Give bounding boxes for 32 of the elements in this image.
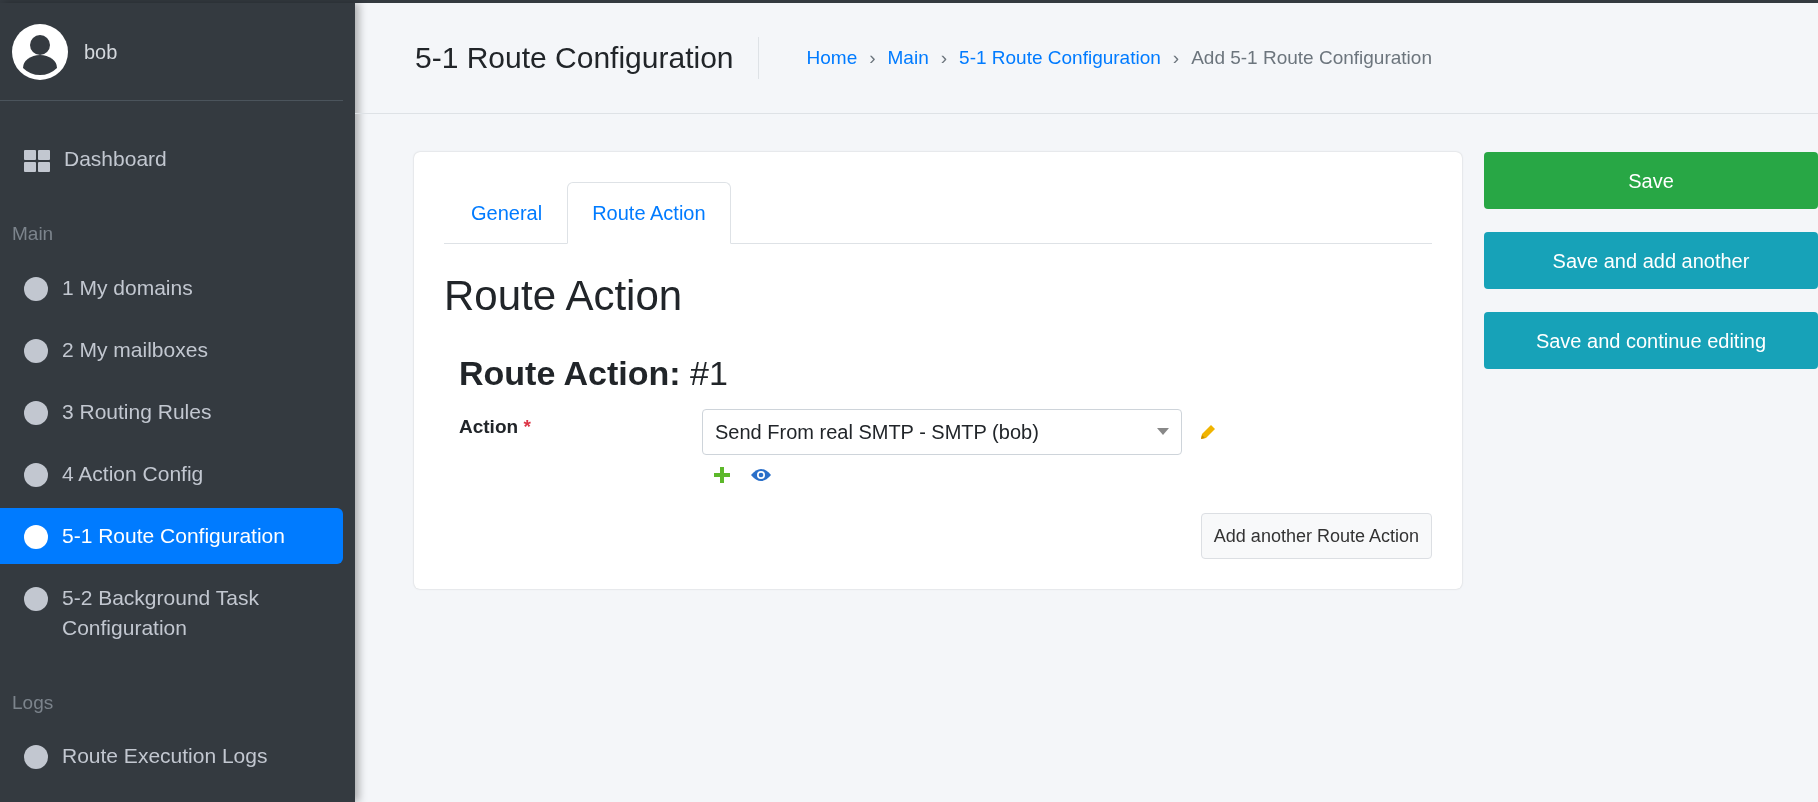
breadcrumb-current: Add 5-1 Route Configuration [1191, 45, 1432, 70]
action-select[interactable]: Send From real SMTP - SMTP (bob) [702, 409, 1182, 455]
sidebar-item[interactable]: 5-1 Route Configuration [0, 507, 343, 564]
circle-icon [24, 745, 48, 769]
circle-icon [24, 400, 48, 425]
add-another-button[interactable]: Add another Route Action [1200, 513, 1432, 559]
sidebar-section-label: Logs [11, 690, 55, 715]
circle-icon [24, 524, 48, 549]
tab[interactable]: General [446, 182, 568, 244]
field-label: Action * [459, 415, 532, 439]
circle-icon [24, 586, 48, 611]
plus-icon[interactable] [714, 467, 730, 483]
grid-icon [24, 150, 50, 172]
circle-icon [24, 338, 48, 363]
breadcrumb-link[interactable]: Home [806, 43, 858, 73]
tab[interactable]: Route Action [567, 182, 731, 244]
circle-icon [24, 276, 48, 301]
eye-icon[interactable] [750, 468, 772, 482]
breadcrumb-separator: › [1171, 45, 1181, 70]
user-avatar-icon [12, 23, 68, 80]
caret-icon [1157, 428, 1169, 436]
inline-title: Route Action: #1 [459, 353, 729, 394]
circle-icon [24, 462, 48, 487]
user-name[interactable]: bob [84, 36, 118, 67]
breadcrumb-link[interactable]: 5-1 Route Configuration [959, 43, 1161, 73]
sidebar-section-label: Main [11, 222, 55, 246]
page-title: 5-1 Route Configuration [415, 37, 759, 79]
breadcrumb-separator: › [939, 45, 949, 70]
breadcrumb-link[interactable]: Main [887, 43, 929, 73]
section-title: Route Action [444, 271, 684, 321]
breadcrumb-separator: › [868, 45, 877, 70]
pencil-icon[interactable] [1198, 422, 1218, 442]
